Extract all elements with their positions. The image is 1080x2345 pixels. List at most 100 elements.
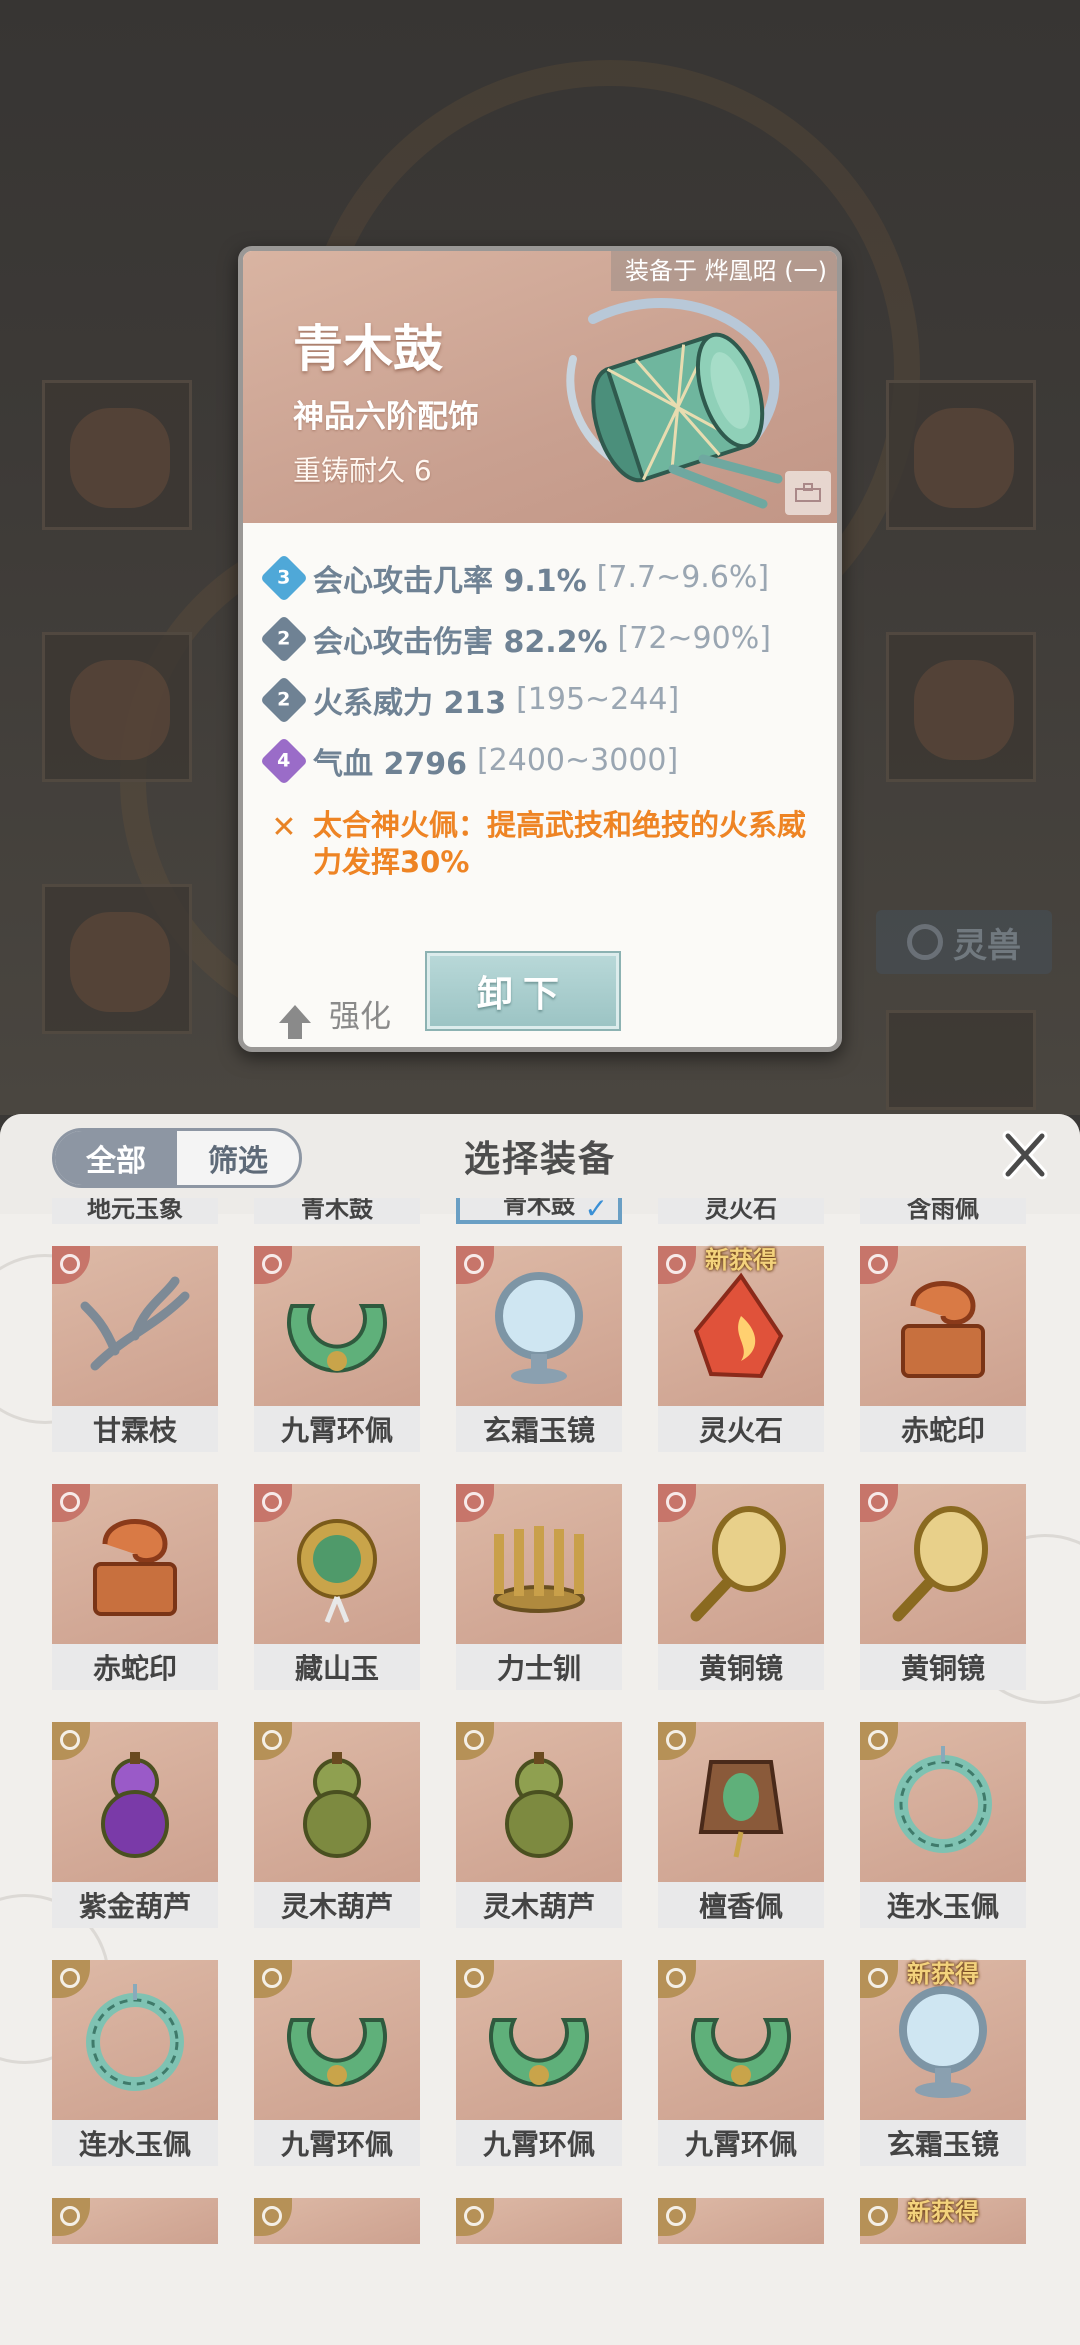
item-name: 青木鼓	[293, 319, 443, 378]
stat-row: 4 气血 2796 [2400~3000]	[259, 730, 827, 791]
stat-value: 气血 2796	[313, 746, 467, 782]
new-item-tag: 新获得	[705, 1246, 777, 1274]
fire-stone-icon	[693, 1272, 784, 1379]
equipment-name: 九霄环佩	[254, 2120, 420, 2166]
equipment-art	[254, 1484, 420, 1644]
enhance-button[interactable]: 强化	[279, 991, 391, 1039]
equipment-tile[interactable]: 灵火石	[658, 1198, 824, 1246]
equipment-name: 力士钏	[456, 1644, 622, 1690]
equipment-tile[interactable]	[658, 2198, 824, 2274]
equipment-slot[interactable]	[886, 1010, 1036, 1110]
equipment-name: 赤蛇印	[860, 1406, 1026, 1452]
equipment-tile[interactable]: 九霄环佩	[254, 1246, 420, 1484]
equipment-tile[interactable]: 灵木葫芦	[456, 1722, 622, 1960]
equipment-name: 灵木葫芦	[254, 1882, 420, 1928]
equipment-tile[interactable]: 新获得 玄霜玉镜	[860, 1960, 1026, 2198]
equipment-tile[interactable]: 黄铜镜	[860, 1484, 1026, 1722]
equipment-tile[interactable]: 连水玉佩	[860, 1722, 1026, 1960]
unequip-button[interactable]: 卸下	[425, 951, 621, 1031]
equipment-tile[interactable]: 黄铜镜	[658, 1484, 824, 1722]
close-icon[interactable]	[1000, 1130, 1050, 1180]
equipment-tile[interactable]: 檀香佩	[658, 1722, 824, 1960]
equipment-name: 青木鼓	[254, 1198, 420, 1224]
equipment-tile[interactable]: 灵木葫芦	[254, 1722, 420, 1960]
water-jade-icon	[894, 1746, 992, 1853]
equipment-slot[interactable]	[42, 380, 192, 530]
equipment-name: 连水玉佩	[52, 2120, 218, 2166]
branch-icon	[80, 1276, 190, 1371]
upgrade-arrow-icon	[279, 1004, 311, 1039]
grid-row: 甘霖枝 九霄环佩 玄霜玉镜 新获得 灵火石 赤蛇印	[52, 1246, 1032, 1484]
equipment-name: 九霄环佩	[658, 2120, 824, 2166]
equipment-grid-scroll[interactable]: 地元玉象 青木鼓 青木鼓 ✓ 灵火石 含雨佩 甘霖枝 九霄环佩 玄霜玉镜 新获得…	[0, 1198, 1080, 2274]
equipment-name: 连水玉佩	[860, 1882, 1026, 1928]
stat-row: 2 火系威力 213 [195~244]	[259, 669, 827, 730]
snake-seal-icon	[93, 1519, 177, 1616]
panel-title: 选择装备	[463, 1139, 616, 1180]
spirit-beast-tab[interactable]: 灵兽	[876, 910, 1052, 974]
equipment-name: 黄铜镜	[860, 1644, 1026, 1690]
equipment-art	[456, 1960, 622, 2120]
equipment-tile[interactable]: 玄霜玉镜	[456, 1246, 622, 1484]
checkmark-icon: ✓	[584, 1198, 608, 1225]
equipment-tile[interactable]: 九霄环佩	[254, 1960, 420, 2198]
new-item-tag: 新获得	[907, 1960, 979, 1988]
lock-icon[interactable]	[785, 471, 831, 515]
stat-range: [195~244]	[516, 682, 680, 717]
equipment-name: 含雨佩	[860, 1198, 1026, 1224]
snake-seal-icon	[901, 1281, 985, 1378]
equipment-tile[interactable]: 九霄环佩	[658, 1960, 824, 2198]
equipment-name: 甘霖枝	[52, 1406, 218, 1452]
equipment-tile[interactable]: 含雨佩	[860, 1198, 1026, 1246]
equipment-tile[interactable]: 赤蛇印	[860, 1246, 1026, 1484]
equipment-tile-selected[interactable]: 青木鼓 ✓	[456, 1198, 622, 1246]
equipment-tile[interactable]: 力士钏	[456, 1484, 622, 1722]
equipment-tile[interactable]	[254, 2198, 420, 2274]
stat-level-icon: 2	[259, 675, 309, 724]
equipment-name: 九霄环佩	[456, 2120, 622, 2166]
item-durability: 重铸耐久 6	[293, 454, 432, 487]
jade-pendant-icon	[297, 1519, 377, 1623]
equipment-tile[interactable]: 连水玉佩	[52, 1960, 218, 2198]
equipment-tile[interactable]	[52, 2198, 218, 2274]
jade-ring-icon	[287, 1304, 387, 1373]
equipment-art	[658, 1722, 824, 1882]
equipment-tile[interactable]: 藏山玉	[254, 1484, 420, 1722]
equipment-tile[interactable]	[456, 2198, 622, 2274]
equipment-slot[interactable]	[886, 632, 1036, 782]
equipment-tile[interactable]: 九霄环佩	[456, 1960, 622, 2198]
equipment-name: 赤蛇印	[52, 1644, 218, 1690]
spirit-beast-icon	[907, 924, 943, 960]
stat-value: 火系威力 213	[313, 685, 507, 721]
equipment-art	[456, 1484, 622, 1644]
equipment-slot[interactable]	[886, 380, 1036, 530]
enhance-label: 强化	[329, 999, 391, 1035]
equipment-slot[interactable]	[42, 632, 192, 782]
stat-range: [72~90%]	[617, 621, 771, 656]
equipment-tile[interactable]: 青木鼓	[254, 1198, 420, 1246]
incense-pendant-icon	[698, 1760, 784, 1858]
equipment-name: 九霄环佩	[254, 1406, 420, 1452]
spirit-beast-tab-label: 灵兽	[953, 925, 1021, 966]
equipment-grid: 地元玉象 青木鼓 青木鼓 ✓ 灵火石 含雨佩 甘霖枝 九霄环佩 玄霜玉镜 新获得…	[52, 1198, 1032, 2274]
stat-row: 3 会心攻击几率 9.1% [7.7~9.6%]	[259, 547, 827, 608]
new-item-tag: 新获得	[907, 2198, 979, 2226]
gourd-icon	[505, 1752, 573, 1858]
grid-row: 地元玉象 青木鼓 青木鼓 ✓ 灵火石 含雨佩	[52, 1198, 1032, 1246]
equipment-tile[interactable]: 新获得	[860, 2198, 1026, 2274]
equipment-name: 藏山玉	[254, 1644, 420, 1690]
equipment-tile[interactable]: 地元玉象	[52, 1198, 218, 1246]
card-header: 装备于 烨凰昭 (一) 青木鼓 神品六阶配饰 重铸耐久 6	[243, 251, 837, 523]
stat-level-icon: 2	[259, 614, 309, 663]
equipment-tile[interactable]: 新获得 灵火石	[658, 1246, 824, 1484]
equipment-tile[interactable]: 紫金葫芦	[52, 1722, 218, 1960]
grid-row: 连水玉佩 九霄环佩 九霄环佩 九霄环佩 新获得 玄霜玉镜	[52, 1960, 1032, 2198]
jade-ring-icon	[287, 2018, 387, 2087]
equipment-art	[860, 1246, 1026, 1406]
hand-mirror-icon	[690, 1506, 786, 1622]
stat-level-icon: 4	[259, 736, 309, 785]
mirror-icon	[899, 1986, 987, 2098]
equipment-tile[interactable]: 甘霖枝	[52, 1246, 218, 1484]
equipment-tile[interactable]: 赤蛇印	[52, 1484, 218, 1722]
equipment-slot[interactable]	[42, 884, 192, 1034]
